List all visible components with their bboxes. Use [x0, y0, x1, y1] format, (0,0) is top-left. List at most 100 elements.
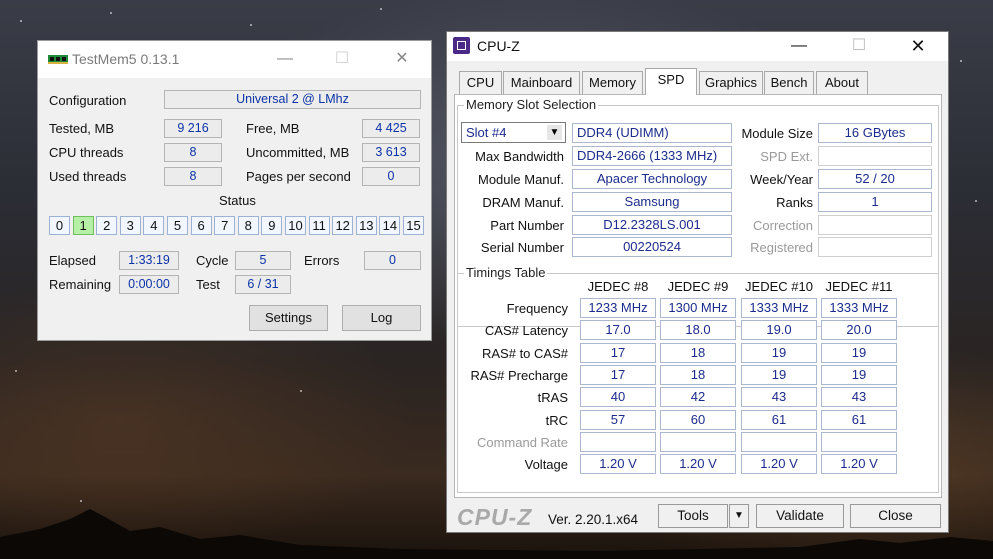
- status-thread-0: 0: [49, 216, 70, 235]
- timing-cell: 61: [821, 409, 897, 430]
- tab-graphics[interactable]: Graphics: [699, 71, 763, 94]
- cpu-threads-label: CPU threads: [49, 145, 124, 160]
- timing-cell: [580, 431, 656, 452]
- dram-manuf-label: DRAM Manuf.: [482, 195, 564, 210]
- cpuz-titlebar[interactable]: CPU-Z — ☐ ✕: [447, 32, 948, 61]
- chevron-down-icon: ▼: [547, 125, 562, 140]
- star: [960, 60, 962, 62]
- remaining-label: Remaining: [49, 277, 112, 292]
- serial-number-label: Serial Number: [480, 240, 564, 255]
- timing-cell: 40: [580, 387, 656, 408]
- registered-label: Registered: [750, 240, 813, 255]
- timing-row-label: Frequency: [506, 301, 568, 316]
- status-thread-4: 4: [143, 216, 165, 235]
- module-manuf-field: Apacer Technology: [572, 169, 732, 189]
- test-label: Test: [196, 277, 220, 292]
- timing-row-label: RAS# Precharge: [470, 367, 568, 383]
- free-field: 4 425: [362, 119, 420, 138]
- elapsed-label: Elapsed: [49, 253, 96, 268]
- tools-button[interactable]: Tools: [658, 504, 728, 528]
- timing-cell: 60: [660, 409, 736, 430]
- module-size-label: Module Size: [741, 126, 813, 141]
- minimize-button[interactable]: —: [265, 47, 305, 71]
- tab-cpu[interactable]: CPU: [459, 71, 502, 94]
- correction-field: [818, 215, 932, 235]
- cpuz-window: CPU-Z — ☐ ✕ CPU Mainboard Memory Graphic…: [446, 31, 949, 533]
- star: [20, 20, 22, 22]
- ram-stick-icon: [48, 55, 68, 64]
- remaining-field: 0:00:00: [119, 275, 179, 294]
- tab-mainboard[interactable]: Mainboard: [503, 71, 580, 94]
- cpuz-logo: CPU-Z: [457, 504, 533, 530]
- timing-row-label: CAS# Latency: [484, 323, 568, 339]
- timing-cell: 17: [580, 364, 656, 385]
- timing-cell: 1333 MHz: [821, 298, 897, 318]
- cpuz-chip-icon: [453, 37, 470, 54]
- slot-select[interactable]: Slot #4 ▼: [461, 122, 566, 143]
- maximize-button[interactable]: ☐: [839, 35, 879, 57]
- memory-type-field: DDR4 (UDIMM): [572, 123, 732, 143]
- timing-cell: 1233 MHz: [580, 298, 656, 318]
- timing-cell: 19.0: [741, 320, 817, 341]
- status-thread-11: 11: [308, 216, 330, 235]
- module-size-field: 16 GBytes: [818, 123, 932, 143]
- timing-cell: 42: [660, 387, 736, 408]
- timing-row-label: Voltage: [524, 457, 568, 473]
- star: [80, 500, 82, 502]
- timing-cell: [741, 431, 817, 452]
- tested-label: Tested, MB: [49, 121, 115, 136]
- serial-number-field: 00220524: [572, 237, 732, 257]
- free-label: Free, MB: [246, 121, 300, 136]
- timing-header-3: JEDEC #11: [825, 279, 893, 294]
- status-thread-6: 6: [190, 216, 212, 235]
- status-label: Status: [219, 193, 256, 208]
- status-thread-1: 1: [72, 216, 94, 235]
- part-number-label: Part Number: [490, 218, 564, 233]
- tab-spd[interactable]: SPD: [645, 68, 697, 95]
- validate-button[interactable]: Validate: [756, 504, 844, 528]
- slot-select-value: Slot #4: [466, 125, 507, 140]
- test-field: 6 / 31: [235, 275, 291, 294]
- tools-dropdown-icon[interactable]: ▼: [729, 504, 749, 528]
- status-thread-14: 14: [379, 216, 401, 235]
- star: [250, 24, 252, 26]
- configuration-field: Universal 2 @ LMhz: [164, 90, 421, 109]
- week-year-field: 52 / 20: [818, 169, 932, 189]
- timing-cell: 1.20 V: [580, 454, 656, 475]
- status-thread-3: 3: [119, 216, 141, 235]
- close-button[interactable]: ✕: [898, 35, 938, 57]
- status-thread-8: 8: [237, 216, 259, 235]
- timing-cell: 1.20 V: [660, 454, 736, 475]
- minimize-button[interactable]: —: [779, 35, 819, 57]
- maximize-button[interactable]: ☐: [322, 47, 362, 71]
- settings-button[interactable]: Settings: [249, 305, 328, 331]
- testmem-titlebar[interactable]: TestMem5 0.13.1 — ☐ ✕: [38, 41, 431, 78]
- tab-bench[interactable]: Bench: [764, 71, 814, 94]
- dram-manuf-field: Samsung: [572, 192, 732, 212]
- pages-field: 0: [362, 167, 420, 186]
- testmem-window: TestMem5 0.13.1 — ☐ ✕ Configuration Univ…: [37, 40, 432, 341]
- tested-field: 9 216: [164, 119, 222, 138]
- pages-label: Pages per second: [246, 169, 351, 184]
- timing-cell: 61: [741, 409, 817, 430]
- timing-header-2: JEDEC #10: [745, 279, 813, 294]
- configuration-label: Configuration: [49, 93, 127, 108]
- status-thread-5: 5: [167, 216, 188, 235]
- timing-cell: 18: [660, 364, 736, 385]
- timing-cell: 19: [741, 342, 817, 363]
- timing-header-1: JEDEC #9: [667, 279, 729, 294]
- close-button[interactable]: ✕: [382, 47, 422, 71]
- correction-label: Correction: [753, 218, 813, 233]
- tab-about[interactable]: About: [816, 71, 868, 94]
- timing-cell: 43: [741, 387, 817, 408]
- registered-field: [818, 237, 932, 257]
- log-button[interactable]: Log: [342, 305, 421, 331]
- errors-field: 0: [364, 251, 421, 270]
- timing-cell: 1333 MHz: [741, 298, 817, 318]
- cycle-label: Cycle: [196, 253, 229, 268]
- status-thread-10: 10: [285, 216, 306, 235]
- tab-memory[interactable]: Memory: [582, 71, 643, 94]
- close-button-bottom[interactable]: Close: [850, 504, 941, 528]
- timing-cell: 43: [821, 387, 897, 408]
- star: [15, 370, 17, 372]
